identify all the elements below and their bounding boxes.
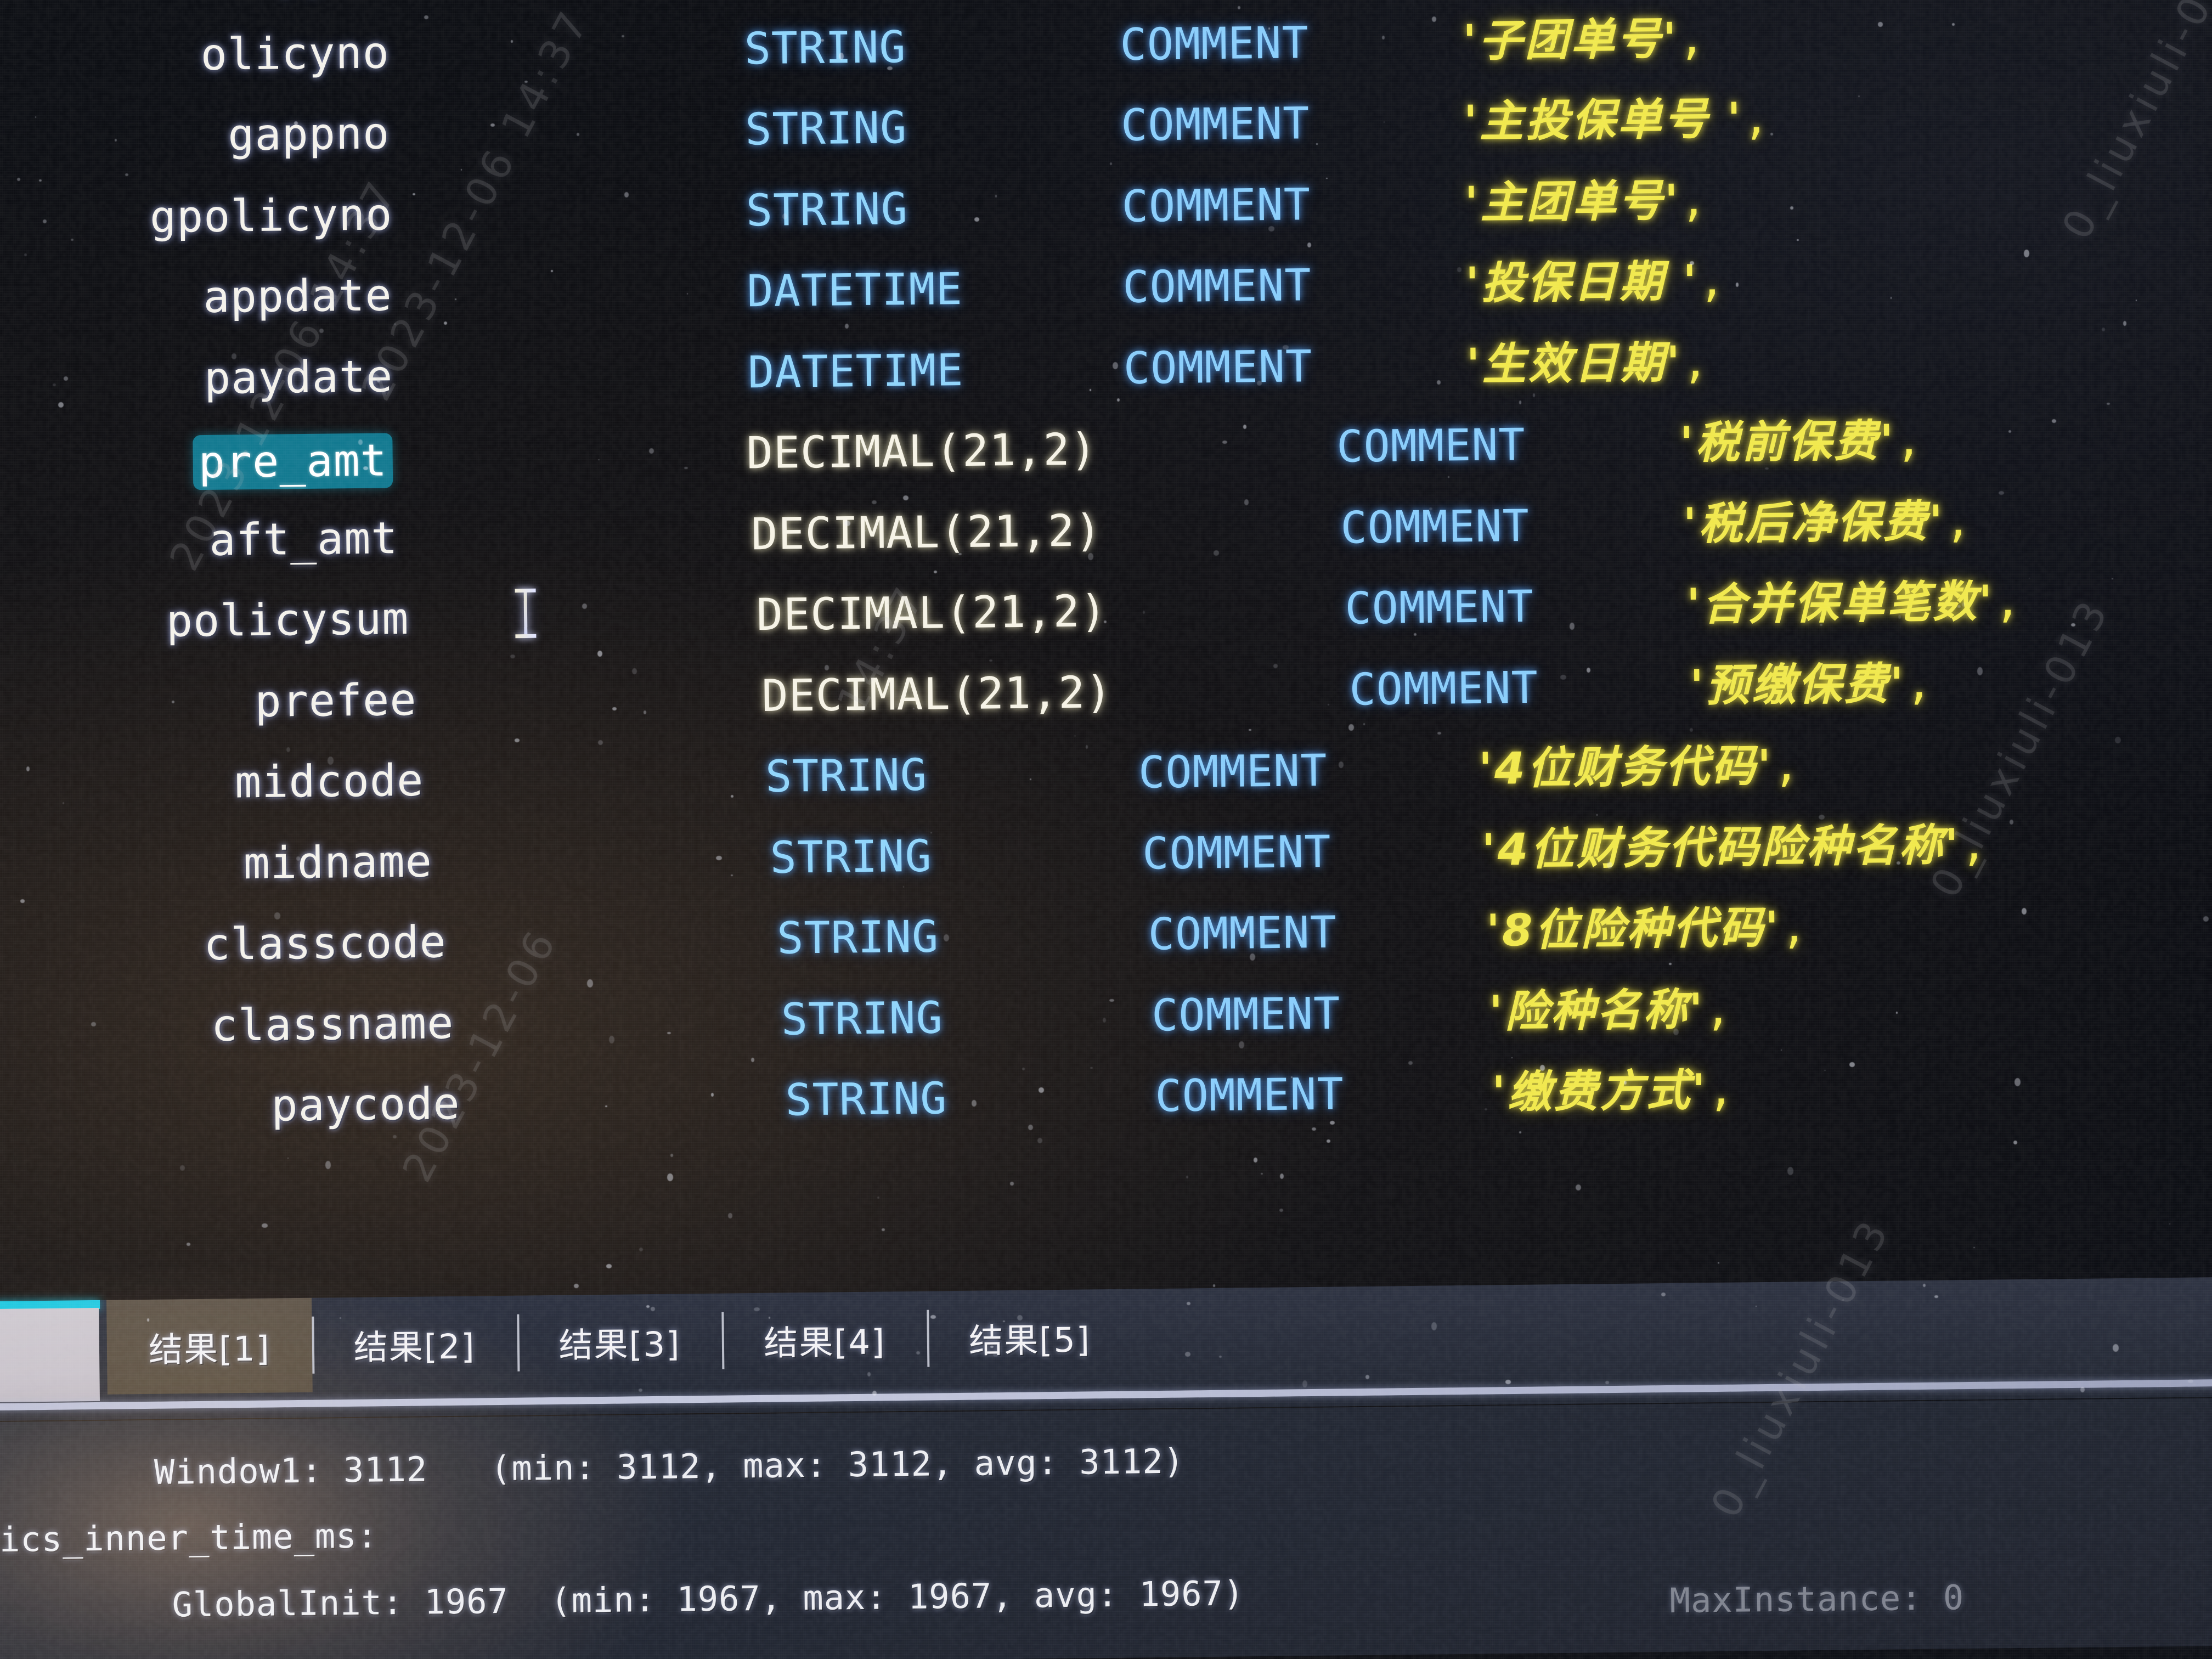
result-tab-bar[interactable]: 结果[1] 结果[2] 结果[3] 结果[4] 结果[5] (0, 1277, 2212, 1421)
column-identifier[interactable]: gpolicyno (149, 178, 393, 253)
column-data-type: DECIMAL(21,2) (761, 656, 1113, 732)
column-comment-literal: '主投保单号 ', (1463, 82, 1770, 158)
column-identifier[interactable]: classname (211, 987, 454, 1062)
column-data-type: STRING (745, 92, 907, 166)
ddl-column-line[interactable]: olicyno STRING COMMENT '子团单号', (1, 0, 2212, 93)
tab-divider (517, 1314, 520, 1372)
column-data-type: STRING (785, 1062, 947, 1136)
comment-keyword: COMMENT (1121, 168, 1311, 243)
column-data-type: STRING (765, 739, 927, 813)
column-identifier[interactable]: classcode (204, 906, 447, 981)
column-identifier[interactable]: prefee (255, 663, 417, 737)
column-identifier[interactable]: olicyno (200, 16, 390, 91)
tab-divider (312, 1317, 314, 1374)
comment-keyword: COMMENT (1121, 87, 1311, 162)
text-caret (524, 590, 528, 637)
column-data-type: STRING (746, 173, 908, 247)
ddl-column-line[interactable]: pre_amt DECIMAL(21,2) COMMENT '税前保费', (5, 399, 2212, 498)
column-data-type: STRING (744, 11, 906, 85)
result-tab-label: 结果[2] (353, 1319, 476, 1369)
ddl-column-line[interactable]: classcode STRING COMMENT '8位险种代码', (10, 884, 2212, 983)
comment-keyword: COMMENT (1151, 977, 1341, 1052)
ddl-column-line[interactable]: midname STRING COMMENT '4位财务代码险种名称', (9, 804, 2212, 902)
column-identifier[interactable]: appdate (203, 259, 393, 334)
console-output-line: Window1: 3112 (min: 3112, max: 3112, avg… (154, 1441, 1185, 1492)
column-data-type: DATETIME (747, 334, 964, 409)
column-comment-literal: '投保日期 ', (1465, 245, 1726, 320)
sql-editor-pane[interactable]: ppnoSTRINGCOMMENT'子投保单号',olicynoSTRINGCO… (0, 0, 2212, 1285)
result-tab[interactable]: 结果[5] (927, 1289, 1133, 1386)
ddl-column-line[interactable]: classname STRING COMMENT '险种名称', (11, 966, 2212, 1064)
comment-keyword: COMMENT (1336, 409, 1526, 483)
result-tab[interactable]: 结果[1] (106, 1298, 313, 1395)
column-identifier[interactable]: aft_amt (209, 502, 399, 577)
ddl-column-line[interactable]: policysum DECIMAL(21,2) COMMENT '合并保单笔数', (7, 561, 2212, 659)
column-data-type: DECIMAL(21,2) (756, 575, 1108, 651)
result-tab-label: 结果[3] (558, 1316, 681, 1367)
column-identifier[interactable]: midcode (234, 744, 424, 819)
column-identifier[interactable]: ppno (278, 0, 387, 9)
result-tab-label: 结果[4] (764, 1314, 886, 1364)
ddl-column-line[interactable]: aft_amt DECIMAL(21,2) COMMENT '税后净保费', (6, 480, 2212, 579)
column-data-type: STRING (770, 820, 932, 894)
column-identifier[interactable]: paydate (204, 340, 393, 415)
ddl-column-line[interactable]: paydate DATETIME COMMENT '生效日期', (4, 318, 2212, 417)
ddl-column-line[interactable]: prefee DECIMAL(21,2) COMMENT '预缴保费', (8, 642, 2212, 741)
comment-keyword: COMMENT (1345, 571, 1534, 645)
console-output-pane[interactable]: Window1: 3112 (min: 3112, max: 3112, avg… (0, 1398, 2212, 1659)
result-tab-list[interactable]: 结果[1] 结果[2] 结果[3] 结果[4] 结果[5] (106, 1289, 1133, 1395)
column-comment-literal: '缴费方式', (1492, 1054, 1735, 1129)
column-data-type: DECIMAL(21,2) (746, 413, 1098, 489)
column-data-type: DECIMAL(21,2) (751, 494, 1103, 571)
comment-keyword: COMMENT (1155, 1058, 1345, 1133)
column-data-type: STRING (777, 901, 939, 975)
column-comment-literal: '预缴保费', (1690, 647, 1933, 722)
comment-keyword: COMMENT (1349, 651, 1539, 726)
column-identifier[interactable]: midname (243, 825, 433, 900)
comment-keyword: COMMENT (1123, 330, 1313, 405)
ddl-column-line[interactable]: gappno STRING COMMENT '主投保单号 ', (2, 75, 2212, 174)
column-data-type: STRING (781, 981, 943, 1056)
column-identifier[interactable]: paycode (271, 1068, 461, 1142)
result-tab-label: 结果[1] (148, 1321, 270, 1372)
tab-divider (927, 1310, 930, 1367)
column-comment-literal: '4位财务代码', (1479, 730, 1801, 805)
column-comment-literal: '生效日期', (1466, 326, 1709, 401)
comment-keyword: COMMENT (1148, 896, 1338, 971)
comment-keyword: COMMENT (1142, 815, 1332, 890)
console-output-line: GlobalInit: 1967 (min: 1967, max: 1967, … (172, 1573, 1244, 1624)
console-output-line: trics_inner_time_ms: (0, 1515, 378, 1560)
ddl-column-line[interactable]: paycode STRING COMMENT '缴费方式', (12, 1046, 2212, 1145)
column-comment-literal: '税前保费', (1679, 404, 1923, 479)
comment-keyword: COMMENT (1122, 249, 1312, 324)
ddl-column-line[interactable]: gpolicyno STRING COMMENT '主团单号', (2, 156, 2212, 255)
result-tab[interactable]: 结果[2] (312, 1296, 518, 1392)
comment-keyword: COMMENT (1120, 7, 1310, 81)
column-data-type: STRING (743, 0, 905, 4)
ddl-column-line[interactable]: midcode STRING COMMENT '4位财务代码', (8, 723, 2212, 821)
column-comment-literal: '主团单号', (1464, 164, 1708, 239)
tab-divider (722, 1312, 725, 1369)
column-comment-literal: '合并保单笔数', (1686, 565, 2022, 641)
column-comment-literal: '税后净保费', (1683, 485, 1972, 561)
column-comment-literal: '子团单号', (1463, 2, 1706, 77)
result-tab[interactable]: 结果[3] (517, 1294, 723, 1390)
column-identifier[interactable]: gappno (228, 97, 390, 171)
console-output-line: MaxInstance: 0 (1669, 1577, 1964, 1621)
comment-keyword: COMMENT (1340, 489, 1530, 564)
ddl-column-line[interactable]: appdate DATETIME COMMENT '投保日期 ', (3, 237, 2212, 336)
column-comment-literal: '4位财务代码险种名称', (1481, 808, 1988, 886)
collapsed-side-panel[interactable] (0, 1308, 100, 1402)
result-tab-label: 结果[5] (969, 1312, 1091, 1362)
result-tab[interactable]: 结果[4] (721, 1291, 928, 1388)
screen-photograph: ppnoSTRINGCOMMENT'子投保单号',olicynoSTRINGCO… (0, 0, 2212, 1659)
comment-keyword: COMMENT (1138, 735, 1328, 809)
column-identifier[interactable]: policysum (166, 583, 409, 658)
column-comment-literal: '8位险种代码', (1486, 891, 1808, 967)
column-comment-literal: '险种名称', (1489, 973, 1733, 1048)
column-identifier[interactable]: pre_amt (193, 433, 393, 490)
column-data-type: DATETIME (747, 253, 963, 328)
